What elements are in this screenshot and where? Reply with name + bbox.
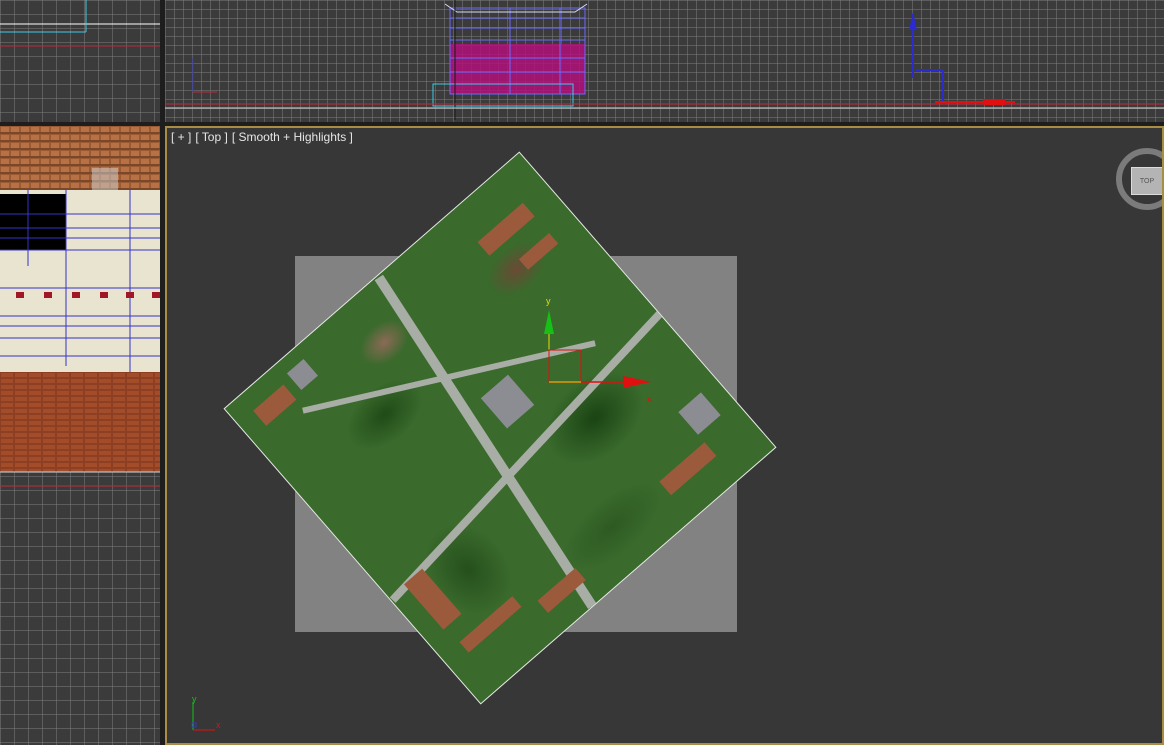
viewport-top[interactable]: [ + ][ Top ][ Smooth + Highlights ] y x … (165, 126, 1164, 745)
scene-geometry (0, 126, 160, 487)
viewcube-top-face[interactable]: TOP (1131, 167, 1163, 195)
viewport-front[interactable] (165, 0, 1164, 122)
viewport-menu-plus[interactable]: [ + ] (171, 130, 191, 144)
viewport-view-label[interactable]: [ Top ] (195, 130, 227, 144)
viewport-label: [ + ] [ Top ] [ Smooth + Highlights ] (171, 130, 357, 144)
transform-gizmo[interactable] (535, 294, 665, 424)
gizmo-y-label: y (546, 296, 551, 306)
axis-tripod-x-label: x (216, 720, 221, 730)
viewcube[interactable]: TOP (1116, 148, 1164, 210)
axis-tripod-y-label: y (192, 694, 197, 704)
viewport-top-left[interactable] (0, 0, 160, 122)
axis-tripod-icon (191, 702, 215, 731)
viewport-shading-label[interactable]: [ Smooth + Highlights ] (232, 130, 353, 144)
scene-geometry (165, 0, 1164, 120)
scene-geometry (0, 0, 160, 47)
viewport-left[interactable] (0, 126, 160, 745)
gizmo-x-label: x (647, 394, 652, 404)
